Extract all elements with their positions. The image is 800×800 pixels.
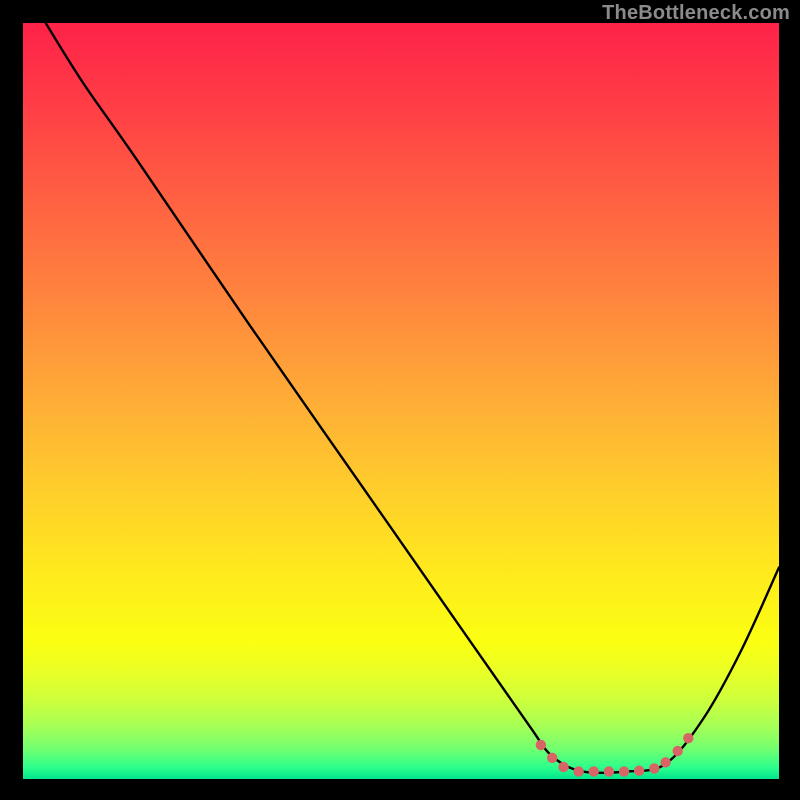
optimal-dot [634, 765, 644, 775]
optimal-dot [649, 763, 659, 773]
gradient-plot-bg [23, 23, 779, 779]
optimal-dot [683, 733, 693, 743]
optimal-dot [558, 762, 568, 772]
bottleneck-chart [0, 0, 800, 800]
optimal-dot [589, 766, 599, 776]
optimal-dot [604, 766, 614, 776]
optimal-dot [673, 746, 683, 756]
optimal-dot [619, 766, 629, 776]
optimal-dot [536, 740, 546, 750]
watermark-text: TheBottleneck.com [602, 2, 790, 25]
optimal-dot [547, 753, 557, 763]
optimal-dot [660, 757, 670, 767]
optimal-dot [573, 766, 583, 776]
